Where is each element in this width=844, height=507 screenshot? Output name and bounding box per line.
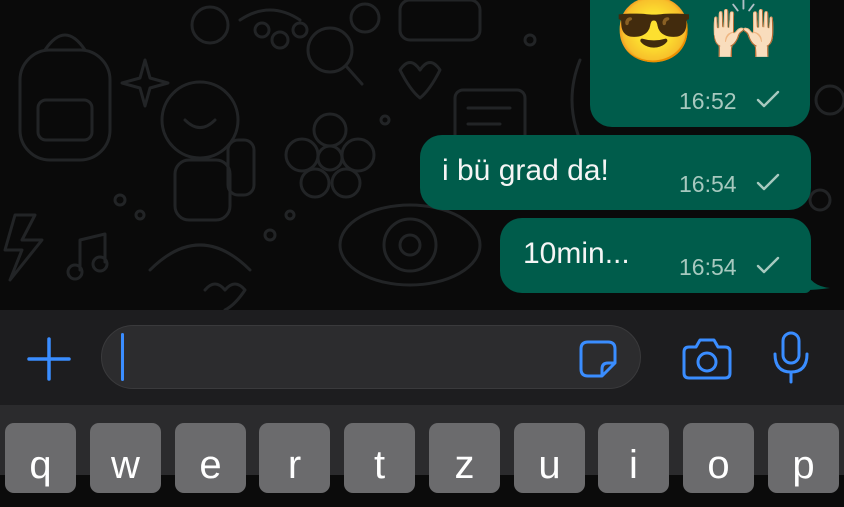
chat-area[interactable]: 😎 🙌🏻 16:52 i bü grad da! 16:54 10min... … [0, 0, 844, 310]
camera-icon[interactable] [681, 335, 733, 381]
message-bubble[interactable]: 10min... 16:54 [500, 218, 811, 293]
read-ticks-icon [756, 256, 780, 274]
key-w[interactable]: w [90, 423, 161, 493]
key-i[interactable]: i [598, 423, 669, 493]
message-time: 16:52 [679, 88, 737, 114]
key-q[interactable]: q [5, 423, 76, 493]
read-ticks-icon [756, 90, 780, 108]
text-caret [121, 333, 124, 381]
bubble-tail [806, 270, 830, 290]
message-time: 16:54 [679, 254, 737, 280]
message-input[interactable] [101, 325, 641, 389]
keyboard: q w e r t z u i o p [0, 405, 844, 493]
key-e[interactable]: e [175, 423, 246, 493]
message-bubble[interactable]: i bü grad da! 16:54 [420, 135, 811, 210]
key-p[interactable]: p [768, 423, 839, 493]
message-text: 10min... [523, 237, 630, 270]
emoji-row: 😎 🙌🏻 [614, 0, 780, 62]
key-t[interactable]: t [344, 423, 415, 493]
key-o[interactable]: o [683, 423, 754, 493]
key-r[interactable]: r [259, 423, 330, 493]
key-z[interactable]: z [429, 423, 500, 493]
plus-icon[interactable] [26, 336, 72, 382]
message-text: i bü grad da! [442, 154, 609, 187]
message-input-bar [0, 310, 844, 405]
microphone-icon[interactable] [770, 330, 812, 386]
message-bubble-emoji[interactable]: 😎 🙌🏻 16:52 [590, 0, 810, 127]
sunglasses-emoji: 😎 [614, 0, 694, 66]
message-time: 16:54 [679, 171, 737, 197]
sticker-icon[interactable] [578, 339, 618, 379]
key-u[interactable]: u [514, 423, 585, 493]
raising-hands-emoji: 🙌🏻 [707, 0, 780, 62]
read-ticks-icon [756, 173, 780, 191]
